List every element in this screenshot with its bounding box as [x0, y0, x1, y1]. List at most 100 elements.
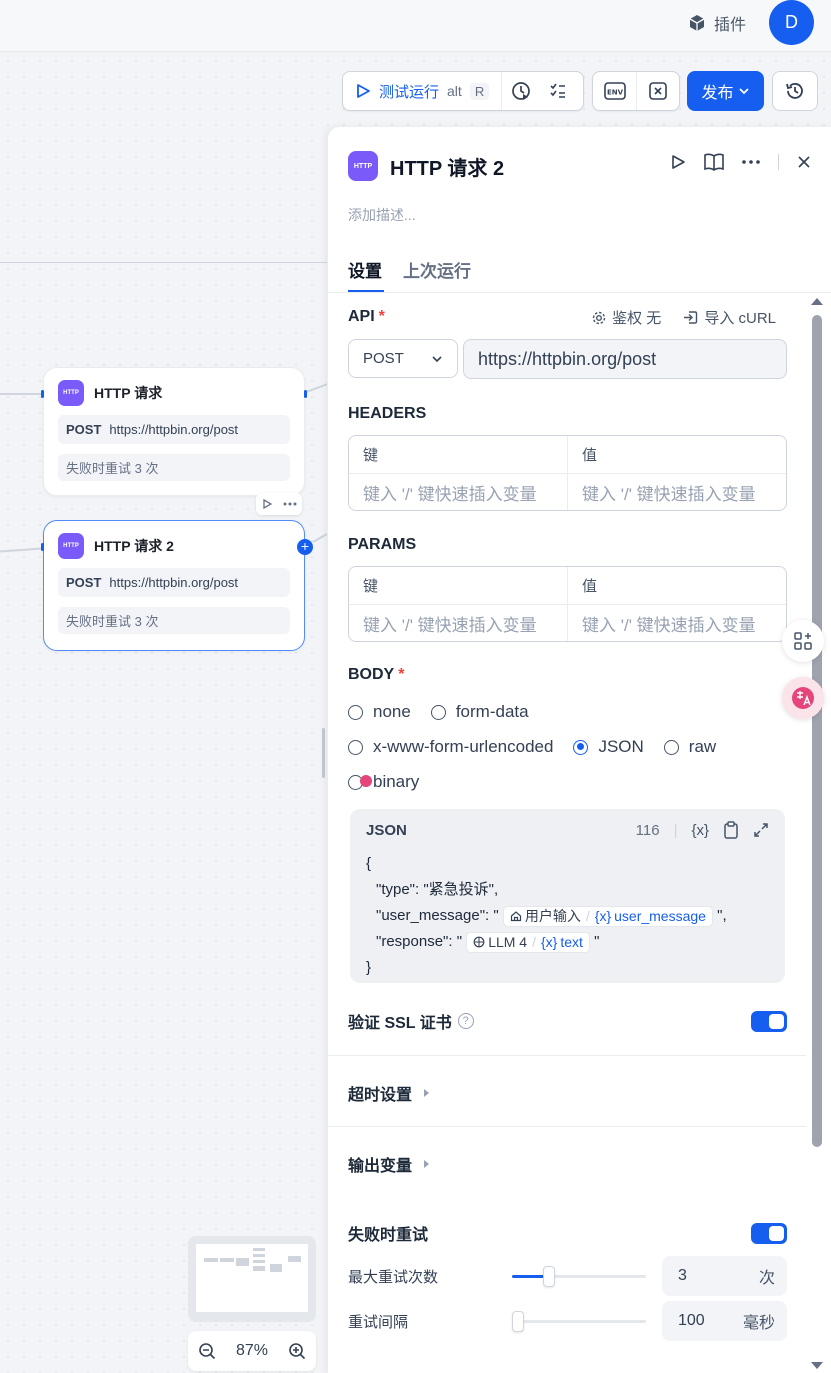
params-label: PARAMS: [348, 536, 417, 553]
node-retry-info: 失败时重试 3 次: [58, 454, 290, 481]
play-icon[interactable]: [670, 154, 686, 170]
translate-button[interactable]: [782, 677, 824, 719]
headers-value-input[interactable]: 键入 '/' 键快速插入变量: [567, 474, 786, 510]
max-retries-input[interactable]: 3 次: [662, 1256, 787, 1296]
json-line: "response": " LLM 4/ {x} text ": [366, 929, 769, 955]
auth-label: 鉴权 无: [612, 310, 662, 327]
variable-chip[interactable]: LLM 4/ {x} text: [466, 931, 590, 953]
slider-thumb[interactable]: [512, 1310, 524, 1332]
env-button[interactable]: ENV: [593, 72, 636, 110]
json-line: "type": "紧急投诉",: [376, 881, 499, 898]
http-node-2[interactable]: HTTP HTTP 请求 2 POST https://httpbin.org/…: [43, 520, 305, 651]
retry-interval-slider[interactable]: [512, 1310, 646, 1332]
run-history-button[interactable]: [502, 72, 540, 110]
slider-thumb[interactable]: [543, 1265, 555, 1287]
panel-resize-handle[interactable]: [322, 728, 325, 778]
more-icon[interactable]: [283, 502, 297, 506]
book-icon[interactable]: [704, 153, 724, 171]
scroll-down-arrow[interactable]: [811, 1362, 823, 1369]
panel-title[interactable]: HTTP 请求 2: [390, 152, 504, 181]
zoom-in-icon[interactable]: [288, 1342, 306, 1360]
tab-indicator: [348, 290, 384, 292]
http-icon: HTTP: [348, 151, 378, 181]
url-input[interactable]: https://httpbin.org/post: [463, 339, 787, 379]
scroll-up-arrow[interactable]: [811, 298, 823, 305]
divider: [778, 154, 779, 170]
panel-tabs: 设置 上次运行: [328, 252, 831, 293]
minimap-node: [288, 1256, 301, 1262]
body-type-urlencoded[interactable]: x-www-form-urlencoded: [348, 737, 553, 757]
version-history-button[interactable]: [772, 71, 818, 111]
body-type-json[interactable]: JSON: [573, 737, 644, 757]
body-type-form-data[interactable]: form-data: [430, 702, 529, 722]
checklist-button[interactable]: [540, 72, 576, 110]
play-icon: [357, 84, 370, 98]
node-method: POST: [66, 422, 102, 437]
params-value-input[interactable]: 键入 '/' 键快速插入变量: [567, 605, 786, 641]
import-curl-label: 导入 cURL: [704, 310, 776, 327]
zoom-level[interactable]: 87%: [236, 1342, 268, 1360]
auth-button[interactable]: 鉴权 无: [592, 307, 661, 328]
add-node-icon[interactable]: +: [297, 539, 313, 555]
params-key-input[interactable]: 键入 '/' 键快速插入变量: [349, 605, 567, 641]
edge-line: [312, 533, 328, 543]
http-icon: HTTP: [58, 533, 84, 559]
body-type-binary[interactable]: binary: [348, 772, 419, 792]
radio-selected-icon: [573, 739, 589, 755]
minimap[interactable]: [188, 1236, 316, 1322]
retry-toggle[interactable]: [751, 1222, 787, 1244]
tab-settings[interactable]: 设置: [348, 257, 382, 282]
divider: |: [673, 821, 678, 839]
publish-button[interactable]: 发布: [687, 71, 764, 111]
node-actions: [256, 493, 302, 515]
input-port[interactable]: [41, 543, 44, 551]
http-node-1[interactable]: HTTP HTTP 请求 POST https://httpbin.org/po…: [43, 367, 305, 496]
zoom-out-icon[interactable]: [198, 1342, 216, 1360]
node-method: POST: [66, 575, 102, 590]
input-port[interactable]: [41, 390, 44, 398]
variables-button[interactable]: [636, 72, 679, 110]
plugins-link[interactable]: 插件: [688, 11, 746, 35]
method-select[interactable]: POST: [348, 339, 458, 378]
clipboard-icon[interactable]: [723, 821, 739, 839]
run-toolbar: 测试运行 alt R: [342, 71, 584, 111]
body-type-raw[interactable]: raw: [663, 737, 716, 757]
insert-variable-icon[interactable]: {x}: [691, 822, 709, 839]
params-key-header: 键: [363, 578, 379, 595]
headers-key-header: 键: [363, 447, 379, 464]
description-input[interactable]: 添加描述...: [348, 205, 416, 225]
json-editor[interactable]: JSON 116 | {x} { "type": "紧急投诉", "user_m…: [350, 809, 785, 983]
close-icon[interactable]: [797, 155, 811, 169]
import-curl-button[interactable]: 导入 cURL: [683, 307, 776, 328]
home-icon: [510, 911, 521, 922]
chevron-down-icon: [738, 88, 749, 95]
node-settings-panel: HTTP HTTP 请求 2 添加描述... 设置 上次运行 API * 鉴权 无…: [327, 127, 831, 1373]
plugins-label: 插件: [713, 17, 746, 34]
scrollbar[interactable]: [812, 315, 822, 1147]
output-port[interactable]: [304, 390, 307, 398]
timeout-settings-toggle[interactable]: 超时设置: [348, 1081, 430, 1105]
edge-line: [0, 393, 42, 395]
node-url: https://httpbin.org/post: [109, 422, 239, 437]
more-icon[interactable]: [742, 160, 760, 164]
headers-key-input[interactable]: 键入 '/' 键快速插入变量: [349, 474, 567, 510]
caret-right-icon: [424, 1160, 430, 1168]
ssl-verify-toggle[interactable]: [751, 1010, 787, 1032]
variable-chip[interactable]: 用户输入 / {x} user_message: [502, 905, 713, 927]
output-variables-toggle[interactable]: 输出变量: [348, 1152, 430, 1176]
test-run-button[interactable]: 测试运行 alt R: [343, 72, 503, 110]
body-type-none[interactable]: none: [348, 702, 411, 722]
play-icon[interactable]: [262, 499, 272, 509]
node-url: https://httpbin.org/post: [109, 575, 239, 590]
node-request-line: POST https://httpbin.org/post: [58, 568, 290, 597]
shortcut-mod: alt: [447, 83, 462, 99]
help-icon[interactable]: ?: [457, 1013, 474, 1029]
avatar[interactable]: D: [769, 0, 814, 45]
retry-interval-input[interactable]: 100 毫秒: [662, 1301, 787, 1341]
expand-icon[interactable]: [753, 822, 769, 838]
tab-last-run[interactable]: 上次运行: [403, 257, 471, 282]
app-grid-button[interactable]: [782, 620, 824, 662]
body-label: BODY *: [348, 666, 405, 683]
radio-icon: [663, 739, 679, 755]
max-retries-slider[interactable]: [512, 1265, 646, 1287]
